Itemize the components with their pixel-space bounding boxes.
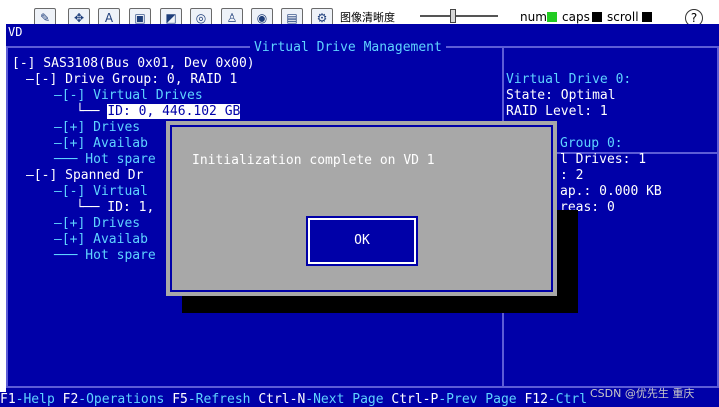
tree-drives-2[interactable]: —[+] Drives [54, 216, 140, 232]
vd-properties-title: Virtual Drive 0: [506, 72, 632, 87]
initialization-dialog: Initialization complete on VD 1 OK [166, 121, 557, 296]
tree-spanned-drive-group[interactable]: —[-] Spanned Dr [26, 168, 143, 184]
help-key-f5[interactable]: F5 [172, 392, 188, 407]
vd-state: State: Optimal [506, 88, 616, 103]
tree-controller[interactable]: [-] SAS3108(Bus 0x01, Dev 0x00) [12, 56, 255, 72]
tree-hot-spare[interactable]: ─── Hot spare [54, 152, 156, 168]
help-key-ctrl-n[interactable]: Ctrl-N [258, 392, 305, 407]
dg-free-capacity: ap.: 0.000 KB [560, 184, 662, 199]
slider-thumb[interactable] [450, 9, 456, 23]
help-key-f2[interactable]: F2 [63, 392, 79, 407]
image-quality-label: 图像清晰度 [340, 11, 395, 24]
tree-available[interactable]: —[+] Availab [54, 136, 148, 152]
frame-title: Virtual Drive Management [250, 40, 446, 56]
slider-track [420, 15, 498, 17]
help-desc-f5: -Refresh [187, 392, 259, 407]
watermark: CSDN @优先生 重庆 [590, 387, 695, 400]
ok-button[interactable]: OK [306, 216, 418, 266]
tree-available-2[interactable]: —[+] Availab [54, 232, 148, 248]
tree-vd-1[interactable]: └── ID: 1, [76, 200, 154, 216]
help-desc-f12: -Ctrl [547, 392, 588, 407]
ok-button-label: OK [354, 233, 370, 248]
scroll-lock-label: scroll [607, 10, 639, 24]
tree-drive-group-0[interactable]: —[-] Drive Group: 0, RAID 1 [26, 72, 237, 88]
vd-tab[interactable]: VD [6, 24, 30, 40]
num-lock-label: num [520, 10, 547, 24]
help-desc-f1: -Help [15, 392, 63, 407]
tree-virtual-drives-2[interactable]: —[-] Virtual [54, 184, 148, 200]
dialog-message: Initialization complete on VD 1 [192, 153, 435, 168]
dg-drives: l Drives: 1 [560, 152, 647, 167]
tree-vd-0[interactable]: └── ID: 0, 446.102 GB [76, 104, 241, 120]
selected-vd-item[interactable]: ID: 0, 446.102 GB [107, 104, 241, 119]
caps-lock-indicator [592, 12, 602, 22]
help-desc-f2: -Operations [78, 392, 173, 407]
tree-hot-spare-2[interactable]: ─── Hot spare [54, 248, 156, 264]
tree-virtual-drives[interactable]: —[-] Virtual Drives [54, 88, 203, 104]
dialog-border [170, 125, 553, 292]
num-lock-indicator [547, 12, 557, 22]
help-key-ctrl-p[interactable]: Ctrl-P [391, 392, 438, 407]
scroll-lock-indicator [642, 12, 652, 22]
help-key-f1[interactable]: F1 [0, 392, 16, 407]
help-desc-ctrl-p: -Prev Page [438, 392, 525, 407]
tree-drives[interactable]: —[+] Drives [54, 120, 140, 136]
help-key-f12[interactable]: F12 [524, 392, 547, 407]
help-desc-ctrl-n: -Next Page [305, 392, 392, 407]
vd-raid-level: RAID Level: 1 [506, 104, 608, 119]
dg-properties-title: Group 0: [560, 136, 623, 151]
dg-number: : 2 [560, 168, 584, 183]
caps-lock-label: caps [562, 10, 590, 24]
